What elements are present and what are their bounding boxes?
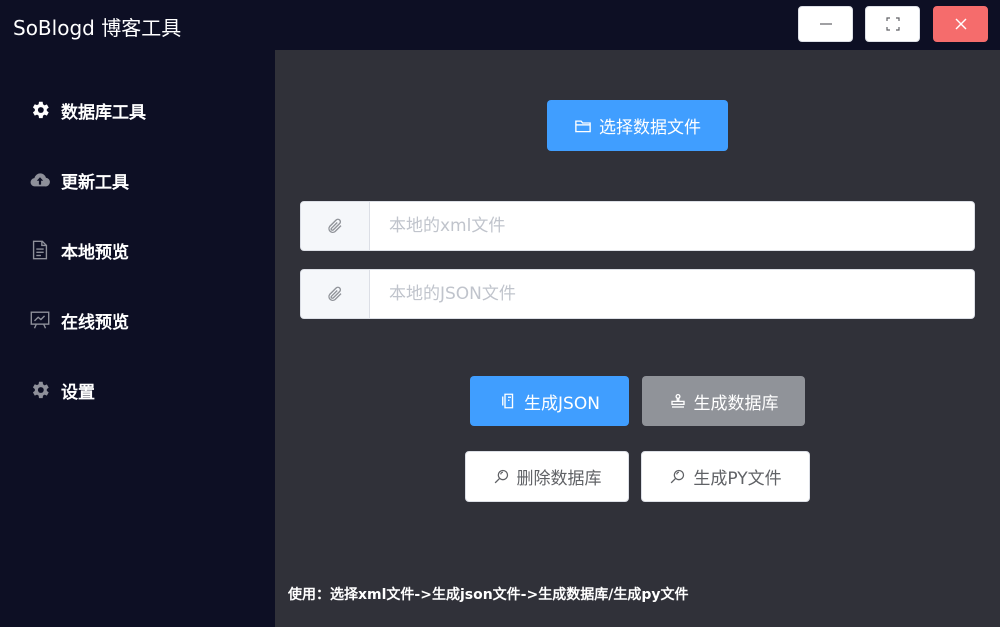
generate-py-file-label: 生成PY文件 <box>693 469 782 489</box>
sidebar-item-settings[interactable]: 设置 <box>29 378 95 403</box>
json-file-input-group <box>300 269 975 319</box>
gear-icon <box>29 99 51 121</box>
title-bar: SoBlogd 博客工具 <box>0 0 1000 50</box>
minimize-icon <box>819 23 832 25</box>
sidebar-item-label: 数据库工具 <box>61 102 146 123</box>
usage-instructions: 使用：选择xml文件->生成json文件->生成数据库/生成py文件 <box>288 587 689 603</box>
generate-json-button[interactable]: 生成JSON <box>470 376 629 426</box>
search-icon <box>493 468 510 485</box>
select-data-file-label: 选择数据文件 <box>599 118 701 138</box>
generate-database-label: 生成数据库 <box>693 393 779 414</box>
sidebar-item-update-tools[interactable]: 更新工具 <box>29 168 129 193</box>
paperclip-icon <box>328 286 342 301</box>
fullscreen-icon <box>885 17 900 31</box>
document-copy-icon <box>499 392 517 410</box>
minimize-button[interactable] <box>798 6 853 42</box>
generate-json-label: 生成JSON <box>524 393 600 414</box>
app-title: SoBlogd 博客工具 <box>13 16 182 40</box>
sidebar-item-local-preview[interactable]: 本地预览 <box>29 238 129 263</box>
sidebar-item-label: 在线预览 <box>61 312 129 333</box>
sidebar-item-label: 更新工具 <box>61 172 129 193</box>
xml-input-prepend <box>301 202 370 250</box>
sidebar: 数据库工具 更新工具 本地预览 在线预览 设置 <box>0 50 275 627</box>
gear-icon <box>29 379 51 401</box>
search-icon <box>669 468 686 485</box>
close-icon <box>955 18 966 30</box>
maximize-button[interactable] <box>865 6 920 42</box>
json-input-prepend <box>301 270 370 318</box>
sidebar-item-label: 设置 <box>61 382 95 403</box>
cloud-upload-icon <box>29 169 51 191</box>
folder-icon <box>574 117 592 135</box>
delete-database-label: 删除数据库 <box>516 469 602 489</box>
presentation-icon <box>29 309 51 331</box>
select-data-file-button[interactable]: 选择数据文件 <box>547 100 728 151</box>
sidebar-item-online-preview[interactable]: 在线预览 <box>29 308 129 333</box>
generate-py-file-button[interactable]: 生成PY文件 <box>641 451 810 502</box>
sidebar-item-label: 本地预览 <box>61 242 129 263</box>
document-icon <box>29 239 51 261</box>
generate-database-button[interactable]: 生成数据库 <box>642 376 805 426</box>
sidebar-item-database-tools[interactable]: 数据库工具 <box>29 98 146 123</box>
xml-file-input[interactable] <box>370 202 974 250</box>
json-file-input[interactable] <box>370 270 974 318</box>
close-button[interactable] <box>933 6 988 42</box>
xml-file-input-group <box>300 201 975 251</box>
stamp-icon <box>669 392 687 410</box>
paperclip-icon <box>328 218 342 233</box>
main-panel: 选择数据文件 生成JSON 生成数据库 删除数据库 生成PY <box>275 50 1000 627</box>
delete-database-button[interactable]: 删除数据库 <box>465 451 629 502</box>
